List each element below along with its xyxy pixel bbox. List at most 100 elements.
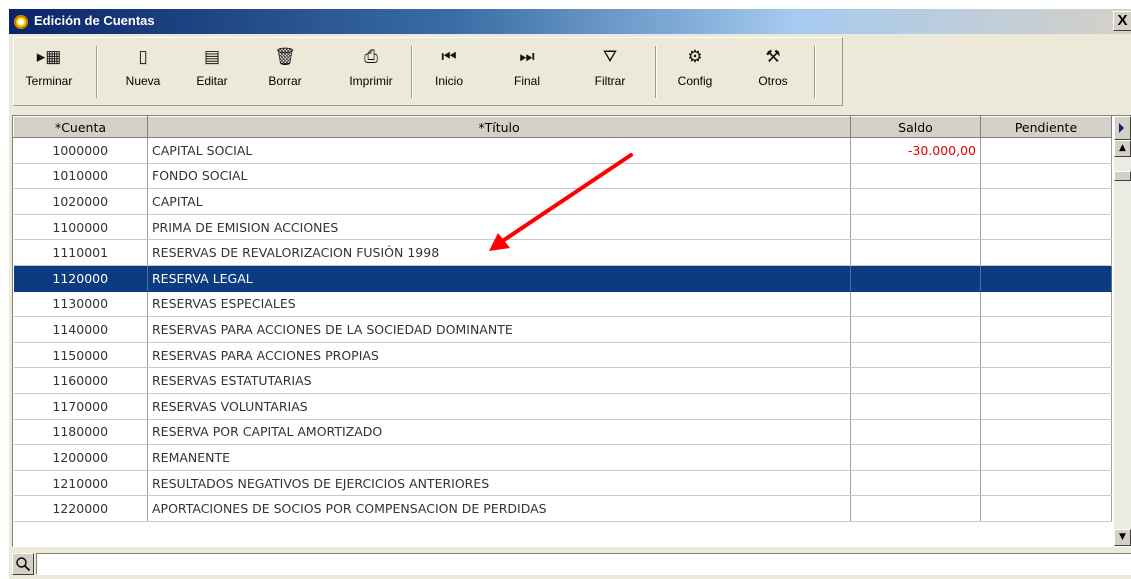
cell-titulo[interactable]: CAPITAL bbox=[147, 188, 851, 215]
cell-titulo[interactable]: RESERVAS DE REVALORIZACION FUSIÓN 1998 bbox=[147, 239, 851, 266]
toolbar-button-inicio[interactable]: ⏮ Inicio bbox=[426, 44, 472, 100]
table-row[interactable]: 1210000 RESULTADOS NEGATIVOS DE EJERCICIO… bbox=[13, 470, 1112, 497]
cell-saldo[interactable] bbox=[850, 419, 981, 446]
toolbar-button-terminar[interactable]: ▸▦ Terminar bbox=[20, 44, 78, 100]
cell-titulo[interactable]: PRIMA DE EMISION ACCIONES bbox=[147, 214, 851, 241]
table-row[interactable]: 1160000 RESERVAS ESTATUTARIAS bbox=[13, 367, 1112, 394]
cell-saldo[interactable] bbox=[850, 239, 981, 266]
column-header-cuenta[interactable]: *Cuenta bbox=[13, 116, 148, 138]
cell-pendiente[interactable] bbox=[980, 316, 1112, 343]
cell-pendiente[interactable] bbox=[980, 239, 1112, 266]
cell-cuenta[interactable]: 1140000 bbox=[13, 316, 148, 343]
cell-cuenta[interactable]: 1000000 bbox=[13, 137, 148, 164]
toolbar-button-label: Filtrar bbox=[594, 74, 626, 88]
table-row[interactable]: 1000000 CAPITAL SOCIAL -30.000,00 bbox=[13, 137, 1112, 164]
table-row[interactable]: 1170000 RESERVAS VOLUNTARIAS bbox=[13, 393, 1112, 420]
toolbar-button-final[interactable]: ⏭ Final bbox=[504, 44, 550, 100]
cell-cuenta[interactable]: 1200000 bbox=[13, 444, 148, 471]
column-header-titulo[interactable]: *Título bbox=[147, 116, 851, 138]
cell-cuenta[interactable]: 1010000 bbox=[13, 163, 148, 190]
cell-titulo[interactable]: APORTACIONES DE SOCIOS POR COMPENSACION … bbox=[147, 495, 851, 522]
cell-titulo[interactable]: RESERVAS VOLUNTARIAS bbox=[147, 393, 851, 420]
cell-titulo[interactable]: RESERVAS PARA ACCIONES DE LA SOCIEDAD DO… bbox=[147, 316, 851, 343]
cell-saldo[interactable] bbox=[850, 342, 981, 369]
cell-pendiente[interactable] bbox=[980, 291, 1112, 318]
cell-titulo[interactable]: RESERVAS PARA ACCIONES PROPIAS bbox=[147, 342, 851, 369]
cell-pendiente[interactable] bbox=[980, 188, 1112, 215]
cell-cuenta[interactable]: 1110001 bbox=[13, 239, 148, 266]
toolbar-button-nueva[interactable]: ▯ Nueva bbox=[118, 44, 168, 100]
scroll-down-icon[interactable]: ▼ bbox=[1114, 529, 1131, 546]
cell-saldo[interactable] bbox=[850, 291, 981, 318]
column-header-saldo[interactable]: Saldo bbox=[850, 116, 981, 138]
cell-pendiente[interactable] bbox=[980, 470, 1112, 497]
cell-saldo[interactable] bbox=[850, 163, 981, 190]
table-row[interactable]: 1010000 FONDO SOCIAL bbox=[13, 163, 1112, 190]
cell-pendiente[interactable] bbox=[980, 495, 1112, 522]
table-row[interactable]: 1020000 CAPITAL bbox=[13, 188, 1112, 215]
cell-titulo[interactable]: RESERVA LEGAL bbox=[147, 265, 851, 292]
table-row[interactable]: 1140000 RESERVAS PARA ACCIONES DE LA SOCI… bbox=[13, 316, 1112, 343]
cell-titulo[interactable]: RESERVAS ESPECIALES bbox=[147, 291, 851, 318]
cell-pendiente[interactable] bbox=[980, 265, 1112, 292]
cell-saldo[interactable] bbox=[850, 367, 981, 394]
cell-cuenta[interactable]: 1210000 bbox=[13, 470, 148, 497]
cell-pendiente[interactable] bbox=[980, 393, 1112, 420]
cell-cuenta[interactable]: 1170000 bbox=[13, 393, 148, 420]
cell-cuenta[interactable]: 1220000 bbox=[13, 495, 148, 522]
cell-titulo[interactable]: REMANENTE bbox=[147, 444, 851, 471]
cell-titulo[interactable]: RESULTADOS NEGATIVOS DE EJERCICIOS ANTER… bbox=[147, 470, 851, 497]
cell-pendiente[interactable] bbox=[980, 137, 1112, 164]
cell-pendiente[interactable] bbox=[980, 419, 1112, 446]
table-row[interactable]: 1120000 RESERVA LEGAL bbox=[13, 265, 1112, 292]
cell-titulo[interactable]: FONDO SOCIAL bbox=[147, 163, 851, 190]
cell-saldo[interactable] bbox=[850, 265, 981, 292]
cell-cuenta[interactable]: 1180000 bbox=[13, 419, 148, 446]
cell-titulo[interactable]: RESERVA POR CAPITAL AMORTIZADO bbox=[147, 419, 851, 446]
accounts-table: *Cuenta *Título Saldo Pendiente 1000000 C… bbox=[13, 116, 1112, 522]
close-button[interactable]: X bbox=[1113, 11, 1131, 31]
column-chooser-button[interactable] bbox=[1114, 116, 1131, 140]
toolbar-button-imprimir[interactable]: ⎙ Imprimir bbox=[340, 44, 402, 100]
search-input[interactable] bbox=[36, 553, 1131, 575]
table-row[interactable]: 1100000 PRIMA DE EMISION ACCIONES bbox=[13, 214, 1112, 241]
scroll-thumb[interactable] bbox=[1114, 171, 1131, 181]
cell-cuenta[interactable]: 1130000 bbox=[13, 291, 148, 318]
table-row[interactable]: 1220000 APORTACIONES DE SOCIOS POR COMPEN… bbox=[13, 495, 1112, 522]
cell-saldo[interactable] bbox=[850, 393, 981, 420]
cell-pendiente[interactable] bbox=[980, 342, 1112, 369]
table-row[interactable]: 1130000 RESERVAS ESPECIALES bbox=[13, 291, 1112, 318]
cell-titulo[interactable]: CAPITAL SOCIAL bbox=[147, 137, 851, 164]
vertical-scrollbar[interactable]: ▲ ▼ bbox=[1114, 116, 1131, 546]
toolbar-button-borrar[interactable]: 🗑 Borrar bbox=[261, 44, 309, 100]
cell-cuenta[interactable]: 1100000 bbox=[13, 214, 148, 241]
cell-saldo[interactable] bbox=[850, 316, 981, 343]
cell-cuenta[interactable]: 1020000 bbox=[13, 188, 148, 215]
scroll-up-icon[interactable]: ▲ bbox=[1114, 140, 1131, 157]
cell-saldo[interactable] bbox=[850, 444, 981, 471]
cell-saldo[interactable] bbox=[850, 214, 981, 241]
cell-cuenta[interactable]: 1160000 bbox=[13, 367, 148, 394]
cell-pendiente[interactable] bbox=[980, 163, 1112, 190]
toolbar-button-otros[interactable]: ⚒ Otros bbox=[750, 44, 796, 100]
toolbar-button-config[interactable]: ⚙ Config bbox=[668, 44, 722, 100]
toolbar-button-filtrar[interactable]: ⛛ Filtrar bbox=[583, 44, 637, 100]
cell-saldo[interactable] bbox=[850, 470, 981, 497]
cell-pendiente[interactable] bbox=[980, 444, 1112, 471]
magnifier-icon[interactable] bbox=[12, 553, 34, 575]
table-row[interactable]: 1150000 RESERVAS PARA ACCIONES PROPIAS bbox=[13, 342, 1112, 369]
cell-titulo[interactable]: RESERVAS ESTATUTARIAS bbox=[147, 367, 851, 394]
cell-saldo[interactable] bbox=[850, 495, 981, 522]
column-header-pendiente[interactable]: Pendiente bbox=[980, 116, 1112, 138]
table-row[interactable]: 1200000 REMANENTE bbox=[13, 444, 1112, 471]
table-row[interactable]: 1110001 RESERVAS DE REVALORIZACION FUSIÓN… bbox=[13, 239, 1112, 266]
cell-pendiente[interactable] bbox=[980, 214, 1112, 241]
cell-cuenta[interactable]: 1150000 bbox=[13, 342, 148, 369]
toolbar-button-editar[interactable]: ▤ Editar bbox=[189, 44, 235, 100]
cell-saldo[interactable]: -30.000,00 bbox=[850, 137, 981, 164]
title-bar[interactable]: Edición de Cuentas X bbox=[9, 9, 1131, 34]
table-row[interactable]: 1180000 RESERVA POR CAPITAL AMORTIZADO bbox=[13, 419, 1112, 446]
cell-saldo[interactable] bbox=[850, 188, 981, 215]
cell-cuenta[interactable]: 1120000 bbox=[13, 265, 148, 292]
cell-pendiente[interactable] bbox=[980, 367, 1112, 394]
